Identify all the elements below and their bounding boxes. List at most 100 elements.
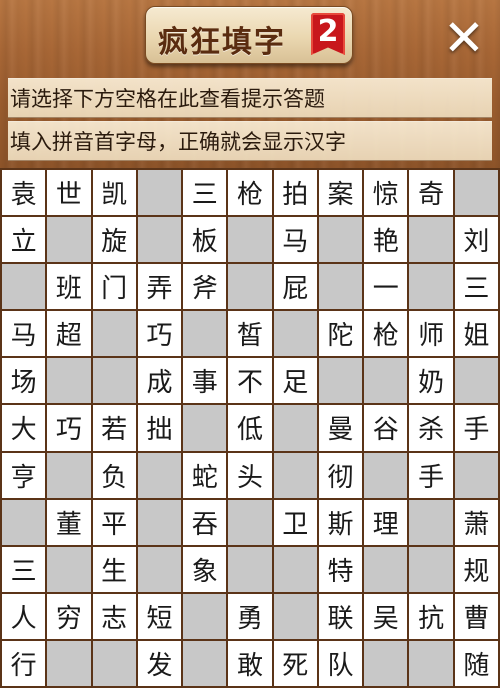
grid-cell[interactable]: 板 bbox=[183, 217, 227, 263]
grid-cell-blocked bbox=[409, 217, 453, 263]
grid-cell[interactable]: 规 bbox=[454, 546, 498, 592]
grid-cell-blocked bbox=[273, 311, 317, 357]
grid-cell[interactable]: 案 bbox=[318, 170, 363, 216]
grid-cell[interactable]: 理 bbox=[364, 499, 408, 545]
grid-cell[interactable]: 董 bbox=[47, 499, 91, 545]
grid-cell[interactable]: 生 bbox=[92, 546, 136, 592]
grid-cell[interactable]: 曼 bbox=[318, 405, 363, 451]
grid-cell[interactable]: 枪 bbox=[228, 170, 272, 216]
grid-cell[interactable]: 彻 bbox=[318, 452, 363, 498]
grid-cell[interactable]: 奶 bbox=[409, 358, 453, 404]
grid-cell[interactable]: 拍 bbox=[273, 170, 317, 216]
grid-cell[interactable]: 不 bbox=[228, 358, 272, 404]
grid-cell[interactable]: 三 bbox=[2, 546, 46, 592]
grid-cell[interactable]: 马 bbox=[2, 311, 46, 357]
grid-cell[interactable]: 人 bbox=[2, 593, 46, 639]
grid-cell[interactable]: 奇 bbox=[409, 170, 453, 216]
grid-cell[interactable]: 低 bbox=[228, 405, 272, 451]
grid-cell[interactable]: 师 bbox=[409, 311, 453, 357]
grid-cell[interactable]: 手 bbox=[454, 405, 498, 451]
grid-cell[interactable]: 吞 bbox=[183, 499, 227, 545]
grid-cell[interactable]: 艳 bbox=[364, 217, 408, 263]
grid-cell[interactable]: 三 bbox=[454, 264, 498, 310]
grid-cell[interactable]: 斯 bbox=[318, 499, 363, 545]
grid-cell[interactable]: 陀 bbox=[318, 311, 363, 357]
grid-cell-blocked bbox=[409, 546, 453, 592]
grid-cell[interactable]: 随 bbox=[454, 640, 498, 686]
grid-cell[interactable]: 马 bbox=[273, 217, 317, 263]
grid-cell[interactable]: 屁 bbox=[273, 264, 317, 310]
grid-cell[interactable]: 门 bbox=[92, 264, 136, 310]
grid-cell[interactable]: 拙 bbox=[137, 405, 182, 451]
grid-cell[interactable]: 穷 bbox=[47, 593, 91, 639]
grid-cell-blocked bbox=[137, 499, 182, 545]
grid-cell[interactable]: 曹 bbox=[454, 593, 498, 639]
grid-cell[interactable]: 场 bbox=[2, 358, 46, 404]
grid-cell[interactable]: 惊 bbox=[364, 170, 408, 216]
grid-cell[interactable]: 行 bbox=[2, 640, 46, 686]
grid-cell[interactable]: 巧 bbox=[137, 311, 182, 357]
grid-cell[interactable]: 队 bbox=[318, 640, 363, 686]
grid-cell-blocked bbox=[364, 640, 408, 686]
grid-cell[interactable]: 班 bbox=[47, 264, 91, 310]
grid-cell[interactable]: 枪 bbox=[364, 311, 408, 357]
game-title: 疯狂填字 bbox=[158, 25, 286, 60]
grid-cell[interactable]: 亨 bbox=[2, 452, 46, 498]
grid-cell-blocked bbox=[409, 264, 453, 310]
grid-cell-blocked bbox=[183, 311, 227, 357]
hint-line-1: 请选择下方空格在此查看提示答题 bbox=[8, 78, 492, 118]
grid-cell[interactable]: 吴 bbox=[364, 593, 408, 639]
level-badge: 2 bbox=[311, 13, 345, 55]
grid-cell[interactable]: 一 bbox=[364, 264, 408, 310]
grid-cell[interactable]: 若 bbox=[92, 405, 136, 451]
grid-cell[interactable]: 大 bbox=[2, 405, 46, 451]
grid-cell[interactable]: 姐 bbox=[454, 311, 498, 357]
grid-cell[interactable]: 负 bbox=[92, 452, 136, 498]
hint-line-2: 填入拼音首字母，正确就会显示汉字 bbox=[8, 121, 492, 161]
grid-cell[interactable]: 萧 bbox=[454, 499, 498, 545]
grid-cell-blocked bbox=[273, 405, 317, 451]
grid-cell-blocked bbox=[454, 358, 498, 404]
grid-cell[interactable]: 旋 bbox=[92, 217, 136, 263]
grid-cell[interactable]: 世 bbox=[47, 170, 91, 216]
grid-cell[interactable]: 刘 bbox=[454, 217, 498, 263]
grid-cell[interactable]: 斧 bbox=[183, 264, 227, 310]
grid-cell-blocked bbox=[92, 640, 136, 686]
grid-cell[interactable]: 特 bbox=[318, 546, 363, 592]
grid-cell[interactable]: 立 bbox=[2, 217, 46, 263]
grid-cell[interactable]: 抗 bbox=[409, 593, 453, 639]
grid-cell[interactable]: 皙 bbox=[228, 311, 272, 357]
grid-cell[interactable]: 巧 bbox=[47, 405, 91, 451]
grid-cell[interactable]: 成 bbox=[137, 358, 182, 404]
grid-cell[interactable]: 蛇 bbox=[183, 452, 227, 498]
grid-cell[interactable]: 勇 bbox=[228, 593, 272, 639]
grid-cell[interactable]: 凯 bbox=[92, 170, 136, 216]
grid-cell[interactable]: 弄 bbox=[137, 264, 182, 310]
grid-cell[interactable]: 志 bbox=[92, 593, 136, 639]
grid-cell[interactable]: 平 bbox=[92, 499, 136, 545]
grid-cell[interactable]: 事 bbox=[183, 358, 227, 404]
grid-cell[interactable]: 头 bbox=[228, 452, 272, 498]
grid-cell[interactable]: 死 bbox=[273, 640, 317, 686]
grid-cell[interactable]: 卫 bbox=[273, 499, 317, 545]
grid-cell[interactable]: 敢 bbox=[228, 640, 272, 686]
grid-cell-blocked bbox=[47, 452, 91, 498]
grid-cell[interactable]: 袁 bbox=[2, 170, 46, 216]
grid-cell[interactable]: 谷 bbox=[364, 405, 408, 451]
grid-cell[interactable]: 短 bbox=[137, 593, 182, 639]
grid-cell[interactable]: 象 bbox=[183, 546, 227, 592]
grid-cell[interactable]: 发 bbox=[137, 640, 182, 686]
grid-cell[interactable]: 联 bbox=[318, 593, 363, 639]
grid-cell[interactable]: 手 bbox=[409, 452, 453, 498]
grid-cell-blocked bbox=[183, 405, 227, 451]
grid-cell[interactable]: 超 bbox=[47, 311, 91, 357]
grid-cell[interactable]: 杀 bbox=[409, 405, 453, 451]
grid-cell-blocked bbox=[273, 593, 317, 639]
grid-cell-blocked bbox=[183, 640, 227, 686]
hint-panel: 请选择下方空格在此查看提示答题 填入拼音首字母，正确就会显示汉字 bbox=[0, 75, 500, 165]
close-button[interactable]: ✕ bbox=[440, 13, 488, 63]
top-bar: 疯狂填字 2 ✕ bbox=[0, 0, 500, 75]
grid-cell[interactable]: 足 bbox=[273, 358, 317, 404]
grid-cell[interactable]: 三 bbox=[183, 170, 227, 216]
grid-cell-blocked bbox=[364, 546, 408, 592]
